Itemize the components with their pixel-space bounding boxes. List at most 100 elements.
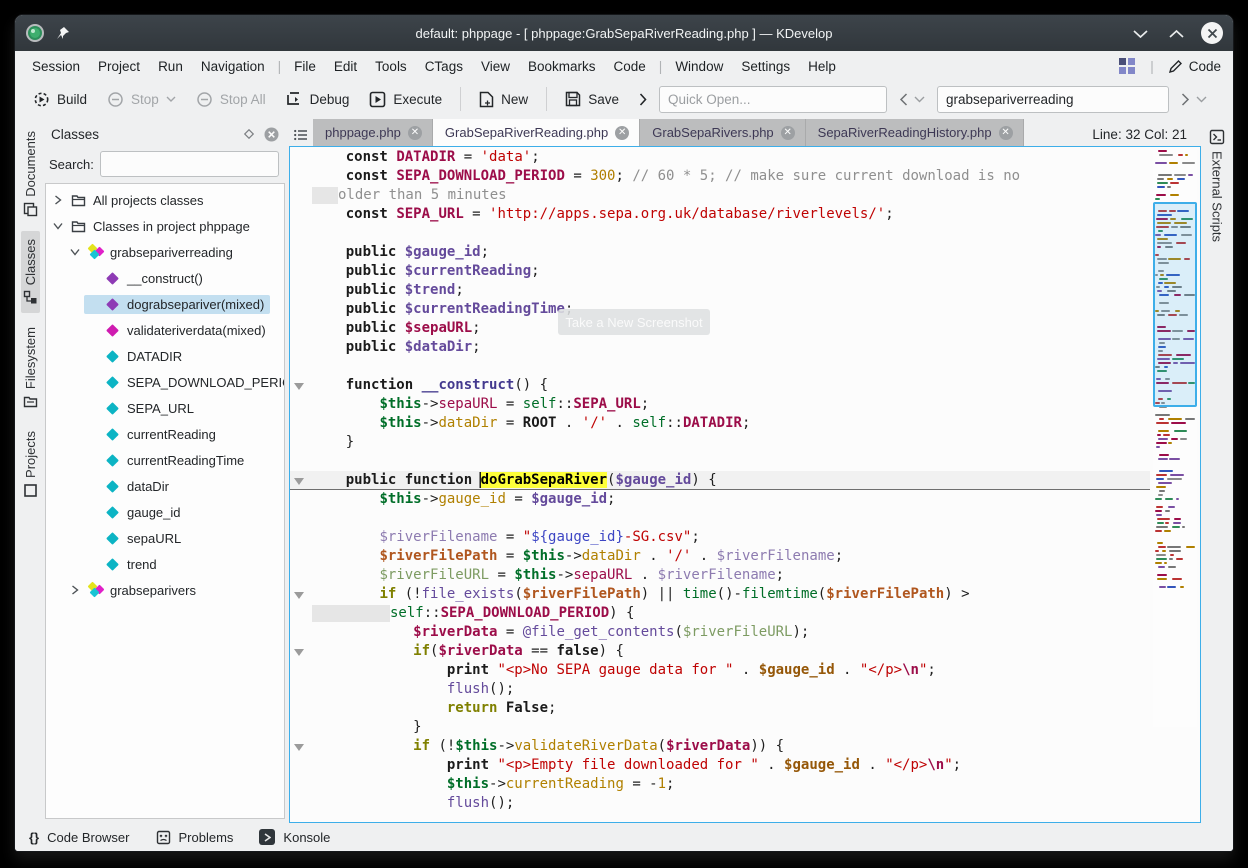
fold-margin: [290, 243, 312, 262]
tree-item--construct-[interactable]: __construct(): [46, 265, 284, 291]
fold-margin[interactable]: [290, 642, 312, 661]
search-next-icon[interactable]: [1181, 93, 1190, 106]
code-line: [290, 224, 1150, 243]
tree-item-dograbsepariver-mixed-[interactable]: dograbsepariver(mixed): [46, 291, 284, 317]
tree-chevron-icon[interactable]: [69, 248, 81, 256]
search-next-dropdown-icon[interactable]: [1196, 96, 1207, 103]
execute-button[interactable]: Execute: [361, 86, 450, 113]
dock-tab-code-browser[interactable]: {}Code Browser: [29, 830, 130, 845]
menu-item-file[interactable]: File: [285, 55, 325, 78]
tree-chevron-icon[interactable]: [52, 195, 64, 205]
panel-float-icon[interactable]: [244, 129, 254, 139]
search-prev-icon[interactable]: [899, 93, 908, 106]
menu-item-bookmarks[interactable]: Bookmarks: [519, 55, 605, 78]
tree-item-grabseparivers[interactable]: grabseparivers: [46, 577, 284, 603]
editor-tab-separiverreadinghistory-php[interactable]: SepaRiverReadingHistory.php✕: [806, 119, 1024, 146]
class-search-input[interactable]: [100, 151, 279, 177]
save-button[interactable]: Save: [557, 86, 627, 112]
fold-margin[interactable]: [290, 585, 312, 604]
tab-close-icon[interactable]: ✕: [781, 126, 795, 140]
stop-button[interactable]: Stop: [99, 86, 184, 113]
menu-item-tools[interactable]: Tools: [366, 55, 416, 78]
code-line: $riverFilename = "${gauge_id}-SG.csv";: [290, 528, 1150, 547]
debug-button[interactable]: Debug: [278, 86, 358, 113]
class-icon: [87, 583, 104, 597]
fold-margin: [290, 623, 312, 642]
tab-close-icon[interactable]: ✕: [999, 126, 1013, 140]
fold-marker-icon: [294, 592, 304, 599]
tree-item-gauge-id[interactable]: gauge_id: [46, 499, 284, 525]
menu-separator: |: [274, 59, 286, 74]
editor-tab-phppage-php[interactable]: phppage.php✕: [313, 119, 433, 146]
menu-item-code[interactable]: Code: [605, 55, 655, 78]
tab-close-icon[interactable]: ✕: [615, 126, 629, 140]
editor-tab-grabseparivers-php[interactable]: GrabSepaRivers.php✕: [640, 119, 805, 146]
minimize-button[interactable]: [1129, 22, 1151, 44]
maximize-button[interactable]: [1165, 22, 1187, 44]
tree-item-currentreading[interactable]: currentReading: [46, 421, 284, 447]
pin-icon[interactable]: [55, 25, 71, 41]
search-prev-dropdown-icon[interactable]: [914, 96, 925, 103]
code-line: print "<p>No SEPA gauge data for " . $ga…: [290, 661, 1150, 680]
search-input[interactable]: [937, 86, 1169, 113]
menu-item-window[interactable]: Window: [666, 55, 732, 78]
fold-margin[interactable]: [290, 376, 312, 395]
documents-icon: [23, 202, 38, 217]
title-bar[interactable]: default: phppage - [ phppage:GrabSepaRiv…: [15, 15, 1233, 51]
tree-item-sepaurl[interactable]: sepaURL: [46, 525, 284, 551]
tree-item-all-projects-classes[interactable]: All projects classes: [46, 187, 284, 213]
menu-item-help[interactable]: Help: [799, 55, 845, 78]
code-line: const SEPA_URL = 'http://apps.sepa.org.u…: [290, 205, 1150, 224]
stop-all-button[interactable]: Stop All: [188, 86, 274, 113]
tree-item-trend[interactable]: trend: [46, 551, 284, 577]
tree-item-sepa-url[interactable]: SEPA_URL: [46, 395, 284, 421]
tab-close-icon[interactable]: ✕: [408, 126, 422, 140]
tree-item-datadir[interactable]: dataDir: [46, 473, 284, 499]
tree-item-classes-in-project-phppage[interactable]: Classes in project phppage: [46, 213, 284, 239]
tree-item-datadir[interactable]: DATADIR: [46, 343, 284, 369]
field-cyan-icon: [104, 456, 121, 465]
tab-list-icon[interactable]: [289, 129, 313, 146]
toolbar-overflow-icon[interactable]: [631, 93, 655, 106]
fold-margin[interactable]: [290, 471, 312, 489]
fold-margin[interactable]: [290, 737, 312, 756]
fold-margin: [290, 775, 312, 794]
classes-icon: [23, 290, 38, 305]
code-area[interactable]: const DATADIR = 'data'; const SEPA_DOWNL…: [290, 148, 1150, 821]
tree-chevron-icon[interactable]: [52, 222, 64, 230]
minimap-viewport[interactable]: [1153, 202, 1197, 407]
menu-item-project[interactable]: Project: [89, 55, 149, 78]
tree-item-currentreadingtime[interactable]: currentReadingTime: [46, 447, 284, 473]
dock-tab-documents[interactable]: Documents: [21, 123, 40, 225]
build-button[interactable]: Build: [25, 86, 95, 113]
minimap[interactable]: [1153, 150, 1197, 727]
tree-item-sepa-download-period[interactable]: SEPA_DOWNLOAD_PERIOD: [46, 369, 284, 395]
panel-close-icon[interactable]: [264, 127, 279, 142]
code-line: older than 5 minutes: [290, 186, 1150, 205]
area-switcher-icon[interactable]: [1119, 58, 1136, 75]
menu-item-session[interactable]: Session: [23, 55, 89, 78]
editor-tab-grabsepariverreading-php[interactable]: GrabSepaRiverReading.php✕: [433, 119, 640, 146]
menu-item-edit[interactable]: Edit: [325, 55, 366, 78]
menu-item-run[interactable]: Run: [149, 55, 192, 78]
dock-tab-problems[interactable]: Problems: [156, 830, 234, 845]
quick-open-input[interactable]: [659, 86, 887, 113]
wrap-indicator: [312, 605, 390, 622]
menu-item-navigation[interactable]: Navigation: [192, 55, 274, 78]
new-button[interactable]: New: [471, 86, 536, 113]
menu-item-view[interactable]: View: [472, 55, 519, 78]
dock-tab-external-scripts[interactable]: External Scripts: [1207, 123, 1227, 248]
dock-tab-konsole[interactable]: Konsole: [259, 829, 330, 845]
tree-chevron-icon[interactable]: [69, 585, 81, 595]
menu-item-settings[interactable]: Settings: [732, 55, 799, 78]
dock-tab-projects[interactable]: Projects: [21, 423, 40, 506]
code-editor[interactable]: const DATADIR = 'data'; const SEPA_DOWNL…: [289, 146, 1201, 823]
menu-item-ctags[interactable]: CTags: [416, 55, 472, 78]
dock-tab-classes[interactable]: Classes: [21, 231, 40, 313]
close-button[interactable]: [1201, 22, 1223, 44]
code-area-button[interactable]: Code: [1168, 59, 1221, 74]
tree-item-grabsepariverreading[interactable]: grabsepariverreading: [46, 239, 284, 265]
tree-item-validateriverdata-mixed-[interactable]: validateriverdata(mixed): [46, 317, 284, 343]
code-line: $this->sepaURL = self::SEPA_URL;: [290, 395, 1150, 414]
dock-tab-filesystem[interactable]: Filesystem: [21, 319, 40, 417]
